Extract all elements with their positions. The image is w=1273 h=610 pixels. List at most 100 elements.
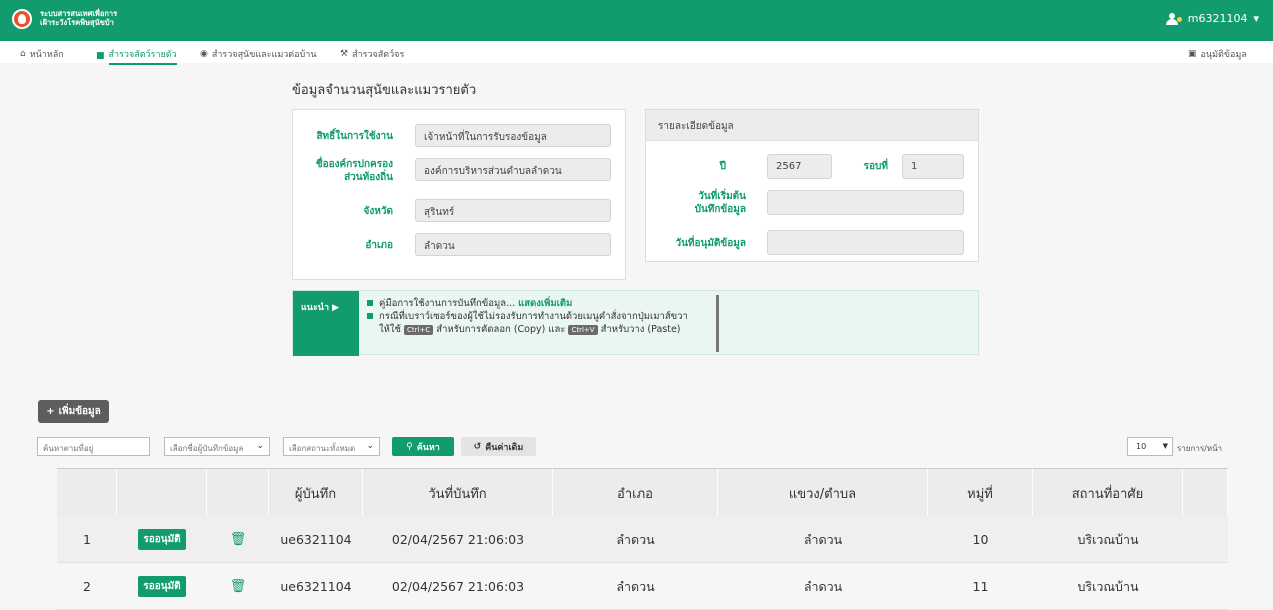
nav-item-individual-survey[interactable]: ■ สำรวจสัตว์รายตัว <box>96 47 177 65</box>
tip-text: สำหรับวาง (Paste) <box>600 324 681 335</box>
chevron-down-icon: ⌄ <box>256 441 264 451</box>
add-record-button[interactable]: + เพิ่มข้อมูล <box>38 400 109 423</box>
subdistrict-cell: ลำดวน <box>803 578 843 594</box>
province-label: จังหวัด <box>363 206 393 217</box>
delete-cell: 🗑 <box>207 563 269 610</box>
tips-list: คู่มือการใช้งานการบันทึกข้อมูล... แสดงเพ… <box>367 297 688 336</box>
chevron-down-icon: ▾ <box>1253 12 1259 25</box>
column-header-district[interactable]: อำเภอ <box>553 469 718 517</box>
start-date-label: วันที่เริ่มต้น บันทึกข้อมูล <box>695 190 746 216</box>
address-search-input[interactable]: ค้นหาตามที่อยู่ <box>37 437 150 456</box>
org-label-line-1: ชื่อองค์กรปกครอง <box>315 159 393 170</box>
tip-browser-text: กรณีที่เบราว์เซอร์ของผู้ใช้ไม่รองรับการท… <box>379 311 688 322</box>
date-cell: 02/04/2567 21:06:03 <box>391 532 525 547</box>
tip-manual-text: คู่มือการใช้งานการบันทึกข้อมูล... <box>379 298 516 309</box>
user-menu[interactable]: m6321104 ▾ <box>1165 12 1259 25</box>
add-record-label: เพิ่มข้อมูล <box>58 406 101 417</box>
show-more-link[interactable]: แสดงเพิ่มเติม <box>518 298 572 309</box>
tools-icon: ⚒ <box>340 48 349 59</box>
recorder-cell: ue6321104 <box>280 532 352 547</box>
tip-item-continued: ให้ใช้ Ctrl+C สำหรับการคัดลอก (Copy) และ… <box>367 323 688 336</box>
column-header <box>1183 469 1228 517</box>
trash-icon[interactable]: 🗑 <box>230 579 247 594</box>
column-header-village[interactable]: หมู่ที่ <box>928 469 1033 517</box>
brand-line-1: ระบบสารสนเทศเพื่อการ <box>40 9 118 18</box>
per-page-value: 10 <box>1136 442 1147 451</box>
main-nav: ⌂ หน้าหลัก ■ สำรวจสัตว์รายตัว ◉ สำรวจสุน… <box>0 41 1273 65</box>
top-bar: ระบบสารสนเทศเพื่อการ เฝ้าระวังโรคพิษสุนั… <box>0 0 1273 41</box>
tips-box: แนะนำ ▶ คู่มือการใช้งานการบันทึกข้อมูล..… <box>292 290 979 356</box>
nav-item-stray-survey[interactable]: ⚒ สำรวจสัตว์จร <box>340 47 404 61</box>
place-cell: บริเวณบ้าน <box>1077 531 1139 547</box>
district-cell: ลำดวน <box>616 531 655 547</box>
tip-text: ให้ใช้ <box>379 324 401 335</box>
reset-icon: ↺ <box>473 441 482 452</box>
username: m6321104 <box>1187 12 1248 25</box>
year-label: ปี <box>719 161 726 172</box>
delete-cell: 🗑 <box>207 516 269 563</box>
village-cell: 10 <box>972 532 989 547</box>
column-header-subdistrict[interactable]: แขวง/ตำบล <box>718 469 928 517</box>
column-header-date[interactable]: วันที่บันทึก <box>363 469 553 517</box>
info-panel: สิทธิ์ในการใช้งาน เจ้าหน้าที่ในการรับรอง… <box>292 109 626 280</box>
role-label: สิทธิ์ในการใช้งาน <box>316 131 393 142</box>
column-header <box>117 469 207 517</box>
tip-item: คู่มือการใช้งานการบันทึกข้อมูล... แสดงเพ… <box>367 297 688 310</box>
date-cell: 02/04/2567 21:06:03 <box>391 579 525 594</box>
brand-line-2: เฝ้าระวังโรคพิษสุนัขบ้า <box>40 18 114 27</box>
caret-down-icon: ▼ <box>1162 442 1168 450</box>
home-icon: ⌂ <box>20 48 26 59</box>
table-header: ผู้บันทึก วันที่บันทึก อำเภอ แขวง/ตำบล ห… <box>57 468 1228 517</box>
tips-tag[interactable]: แนะนำ ▶ <box>293 291 359 356</box>
nav-item-approve[interactable]: ▣ อนุมัติข้อมูล <box>1188 47 1247 61</box>
nav-label: อนุมัติข้อมูล <box>1200 50 1247 60</box>
status-select-value: เลือกสถานะทั้งหมด <box>289 444 356 453</box>
copy-key: Ctrl+C <box>404 325 434 335</box>
trash-icon[interactable]: 🗑 <box>230 532 247 547</box>
records-table: ผู้บันทึก วันที่บันทึก อำเภอ แขวง/ตำบล ห… <box>57 468 1228 610</box>
search-button-label: ค้นหา <box>416 442 440 453</box>
column-header <box>207 469 269 517</box>
tip-text: สำหรับการคัดลอก (Copy) และ <box>436 324 566 335</box>
nav-label: สำรวจสัตว์จร <box>352 50 405 60</box>
chevron-down-icon: ⌄ <box>366 441 374 451</box>
app-logo-icon[interactable] <box>12 9 32 29</box>
detail-panel: รายละเอียดข้อมูล ปี 2567 รอบที่ 1 วันที่… <box>645 109 979 262</box>
district-cell: ลำดวน <box>616 578 655 594</box>
tips-scroll-handle[interactable] <box>716 295 719 352</box>
role-field: เจ้าหน้าที่ในการรับรองข้อมูล <box>415 124 611 147</box>
org-field: องค์การบริหารส่วนตำบลลำดวน <box>415 158 611 181</box>
status-badge[interactable]: รออนุมัติ <box>138 529 186 550</box>
year-field: 2567 <box>767 154 832 179</box>
column-header <box>57 469 117 517</box>
plus-icon: + <box>46 406 55 417</box>
village-cell: 11 <box>972 579 989 594</box>
table-row[interactable]: 1 รออนุมัติ 🗑 ue6321104 02/04/2567 21:06… <box>57 516 1228 563</box>
row-number: 1 <box>83 532 91 547</box>
table-row[interactable]: 2 รออนุมัติ 🗑 ue6321104 02/04/2567 21:06… <box>57 563 1228 610</box>
reset-button[interactable]: ↺ คืนค่าเดิม <box>461 437 536 456</box>
square-icon: ■ <box>96 50 105 61</box>
round-field: 1 <box>902 154 964 179</box>
nav-item-household-survey[interactable]: ◉ สำรวจสุนัขและแมวต่อบ้าน <box>200 47 316 61</box>
tip-item: กรณีที่เบราว์เซอร์ของผู้ใช้ไม่รองรับการท… <box>367 310 688 323</box>
district-field: ลำดวน <box>415 233 611 256</box>
user-icon <box>1165 12 1182 25</box>
per-page-select[interactable]: 10 ▼ <box>1127 437 1173 456</box>
detail-panel-title: รายละเอียดข้อมูล <box>646 110 978 141</box>
status-badge-cell: รออนุมัติ <box>117 516 207 563</box>
status-badge[interactable]: รออนุมัติ <box>138 576 186 597</box>
status-select[interactable]: เลือกสถานะทั้งหมด ⌄ <box>283 437 380 456</box>
clipboard-icon: ▣ <box>1188 48 1197 59</box>
org-label-line-2: ส่วนท้องถิ่น <box>344 172 393 183</box>
round-label: รอบที่ <box>863 161 888 172</box>
column-header-recorder[interactable]: ผู้บันทึก <box>269 469 363 517</box>
recorder-cell: ue6321104 <box>280 579 352 594</box>
nav-label: หน้าหลัก <box>29 50 64 60</box>
nav-item-home[interactable]: ⌂ หน้าหลัก <box>20 47 64 61</box>
start-date-label-line-1: วันที่เริ่มต้น <box>698 191 746 202</box>
column-header-place[interactable]: สถานที่อาศัย <box>1033 469 1183 517</box>
search-button[interactable]: ⚲ ค้นหา <box>392 437 454 456</box>
recorder-select[interactable]: เลือกชื่อผู้บันทึกข้อมูล ⌄ <box>164 437 270 456</box>
start-date-field <box>767 190 964 215</box>
